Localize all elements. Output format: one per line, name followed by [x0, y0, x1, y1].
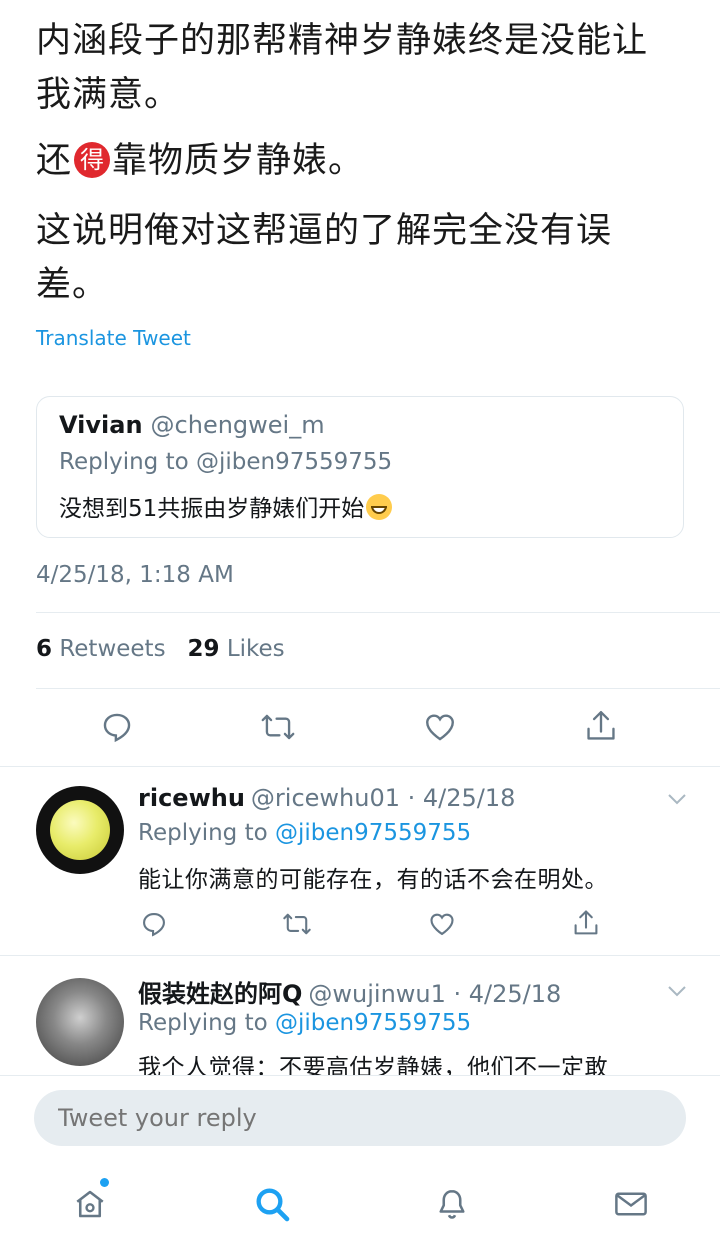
reply-replying-to: Replying to @jiben97559755: [138, 820, 471, 846]
reply-icon[interactable]: [140, 910, 168, 938]
quoted-text: 没想到51共振由岁静婊们开始: [59, 489, 393, 523]
tweet-text-segment: 靠物质岁静婊。: [112, 141, 365, 181]
retweet-icon[interactable]: [282, 910, 312, 938]
like-count: 29: [187, 636, 220, 662]
reply-replying-to: Replying to @jiben97559755: [138, 1010, 471, 1036]
heart-icon[interactable]: [428, 910, 456, 938]
heart-icon[interactable]: [422, 710, 458, 744]
quoted-tweet[interactable]: Vivian @chengwei_m Replying to @jiben9755…: [36, 396, 684, 538]
quoted-author-handle: @chengwei_m: [150, 411, 325, 439]
translate-tweet-link[interactable]: Translate Tweet: [36, 326, 191, 350]
quoted-author: Vivian @chengwei_m: [59, 411, 325, 439]
reply-text: 能让你满意的可能存在，有的话不会在明处。: [138, 867, 608, 893]
share-icon[interactable]: [572, 908, 600, 938]
replying-prefix: Replying to: [138, 820, 268, 846]
search-icon[interactable]: [252, 1184, 292, 1224]
chevron-down-icon[interactable]: [666, 792, 688, 806]
reply-icon[interactable]: [100, 710, 134, 744]
tweet-text-line-5: 差。: [36, 265, 109, 305]
tweet-stats: 6 Retweets 29 Likes: [36, 636, 285, 662]
reply-author-name: ricewhu: [138, 784, 245, 812]
mail-icon[interactable]: [612, 1186, 650, 1222]
tweet-text-line-2: 我满意。: [36, 75, 181, 115]
retweet-count: 6: [36, 636, 53, 662]
home-icon[interactable]: [72, 1186, 108, 1222]
notification-dot: [100, 1178, 109, 1187]
reply-composer[interactable]: [34, 1090, 686, 1146]
reply-author-name: 假装姓赵的阿Q: [138, 980, 303, 1008]
bell-icon[interactable]: [434, 1186, 470, 1222]
quoted-replying-to: Replying to @jiben97559755: [59, 449, 393, 475]
tweet-text-line-3: 还得靠物质岁静婊。: [36, 132, 364, 190]
likes-link[interactable]: Likes: [227, 636, 285, 662]
tweet-text-line-1: 内涵段子的那帮精神岁静婊终是没能让: [36, 21, 649, 61]
quoted-author-name: Vivian: [59, 411, 143, 439]
reply-handle-date: @wujinwu1 · 4/25/18: [308, 980, 562, 1008]
quoted-text-content: 没想到51共振由岁静婊们开始: [59, 496, 365, 522]
reply-author[interactable]: ricewhu @ricewhu01 · 4/25/18: [138, 784, 515, 812]
divider: [36, 612, 720, 613]
mention-link[interactable]: @jiben97559755: [275, 820, 471, 846]
avatar[interactable]: [36, 978, 124, 1066]
tweet-timestamp: 4/25/18, 1:18 AM: [36, 562, 234, 588]
retweet-icon[interactable]: [260, 710, 296, 744]
replying-prefix: Replying to: [138, 1010, 268, 1036]
de-badge-icon: 得: [74, 142, 111, 178]
retweets-link[interactable]: Retweets: [59, 636, 165, 662]
divider: [0, 955, 720, 956]
divider: [36, 688, 720, 689]
grinning-face-icon: [366, 494, 393, 520]
avatar[interactable]: [36, 786, 124, 874]
reply-handle-date: @ricewhu01 · 4/25/18: [250, 784, 516, 812]
chevron-down-icon[interactable]: [666, 984, 688, 998]
tweet-text-line-4: 这说明俺对这帮逼的了解完全没有误: [36, 211, 613, 251]
share-icon[interactable]: [584, 708, 618, 744]
divider: [0, 766, 720, 767]
reply-input[interactable]: [56, 1103, 660, 1133]
tweet-text-segment: 还: [36, 141, 73, 181]
reply-author[interactable]: 假装姓赵的阿Q @wujinwu1 · 4/25/18: [138, 974, 561, 1009]
mention-link[interactable]: @jiben97559755: [275, 1010, 471, 1036]
